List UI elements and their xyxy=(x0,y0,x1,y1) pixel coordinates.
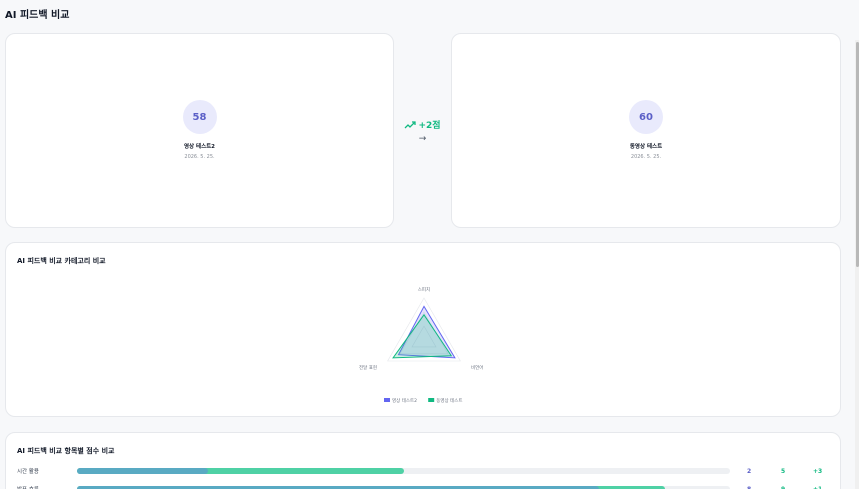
score-diff-value: +3 xyxy=(813,467,823,475)
diff-row: +2점 xyxy=(404,118,441,131)
radar-axis-label: 전달 표현 xyxy=(359,364,377,371)
right-result-card[interactable]: 60 동영상 테스트 2026. 5. 25. xyxy=(451,33,841,228)
radar-axis-label: 스피치 xyxy=(418,286,430,293)
right-video-name: 동영상 테스트 xyxy=(629,144,663,150)
legend-swatch xyxy=(428,398,435,402)
left-video-name: 영상 테스트2 xyxy=(183,144,216,150)
page-title: AI 피드백 비교 xyxy=(5,10,70,21)
radar-card: AI 피드백 비교 카테고리 비교 스피치 비언어 전달 표현 영상 테스트2 동영상 … xyxy=(5,242,841,417)
score-bar-row: 시간 활용 2 5 +3 xyxy=(17,466,828,476)
bars-card: AI 피드백 비교 항목별 점수 비교 시간 활용 2 5 +3 발표 흐름 8 9 +1 xyxy=(5,432,841,489)
bars-title: AI 피드백 비교 항목별 점수 비교 xyxy=(17,447,115,455)
score-bar-row: 발표 흐름 8 9 +1 xyxy=(17,484,828,489)
radar-chart: 스피치비언어 전달 표현영상 테스트2 동영상 테스트 xyxy=(359,286,483,404)
legend-label: 동영상 테스트 xyxy=(436,397,462,404)
score-diff-value: +1 xyxy=(813,485,823,489)
score-right-value: 5 xyxy=(781,467,786,475)
score-left-value: 8 xyxy=(747,485,752,489)
diff-value: +2점 xyxy=(418,121,441,131)
right-score-wrap: 60 동영상 테스트 2026. 5. 25. xyxy=(452,100,840,160)
score-bar-track xyxy=(77,468,730,474)
page: AI 피드백 비교 58 영상 테스트2 2026. 5. 25. +2점 → … xyxy=(0,0,859,489)
score-bar-label: 발표 흐름 xyxy=(17,485,77,489)
score-diff: +2점 → xyxy=(394,118,451,144)
left-video-date: 2026. 5. 25. xyxy=(184,154,215,160)
score-left-value: 2 xyxy=(747,467,752,475)
left-result-card[interactable]: 58 영상 테스트2 2026. 5. 25. xyxy=(5,33,394,228)
left-score-badge: 58 xyxy=(182,100,217,134)
legend-label: 영상 테스트2 xyxy=(392,397,417,404)
score-bar-left xyxy=(77,468,208,474)
arrow-right-icon: → xyxy=(418,134,427,144)
left-score-wrap: 58 영상 테스트2 2026. 5. 25. xyxy=(6,100,393,160)
radar-axis-label: 비언어 xyxy=(471,364,483,371)
legend-swatch xyxy=(384,398,390,402)
right-score-badge: 60 xyxy=(629,100,663,134)
score-right-value: 9 xyxy=(781,485,786,489)
right-video-date: 2026. 5. 25. xyxy=(630,154,662,160)
trending-up-icon xyxy=(404,120,417,128)
score-bar-label: 시간 활용 xyxy=(17,469,39,475)
